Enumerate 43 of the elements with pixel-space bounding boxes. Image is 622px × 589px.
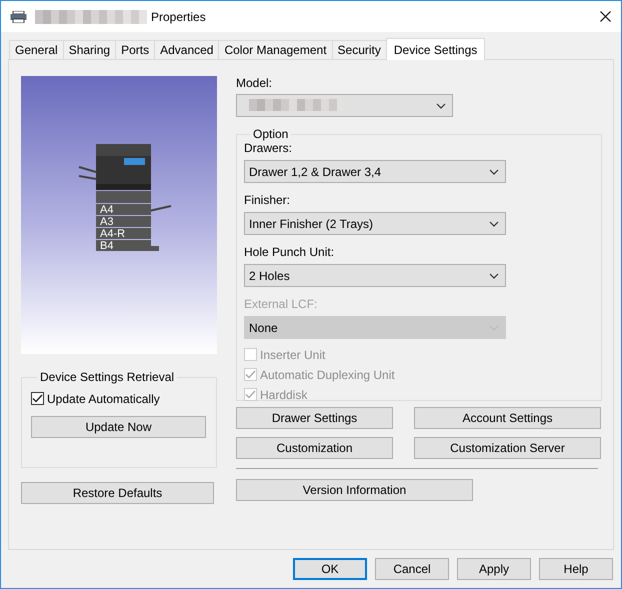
checkbox-label: Update Automatically	[47, 392, 160, 406]
dropdown[interactable]: Drawer 1,2 & Drawer 3,4	[244, 160, 506, 183]
tray-label: A4	[100, 204, 114, 216]
tray-label: A4-R	[100, 228, 126, 240]
action-button[interactable]: Account Settings	[414, 407, 601, 429]
action-button[interactable]: Drawer Settings	[236, 407, 393, 429]
group-title: Option	[252, 127, 290, 141]
chevron-down-icon	[489, 220, 499, 226]
action-button[interactable]: Customization Server	[414, 437, 601, 459]
tab[interactable]: Sharing	[62, 40, 116, 59]
printer-icon	[10, 10, 27, 22]
tab[interactable]: General	[9, 40, 64, 59]
field-label: Finisher:	[244, 193, 292, 209]
checkbox[interactable]	[31, 392, 44, 405]
tab[interactable]: Device Settings	[386, 38, 486, 60]
field-label: Model:	[236, 76, 274, 92]
chevron-down-icon	[489, 168, 499, 174]
tab[interactable]: Color Management	[218, 40, 333, 59]
checkbox-label: Harddisk	[260, 388, 308, 402]
version-information-button[interactable]: Version Information	[236, 479, 473, 501]
dropdown[interactable]: 2 Holes	[244, 264, 506, 287]
tray-label: B4	[100, 240, 114, 252]
update-now-button[interactable]: Update Now	[31, 416, 206, 438]
dialog-button[interactable]: Help	[539, 558, 613, 580]
dropdown[interactable]: Inner Finisher (2 Trays)	[244, 212, 506, 235]
chevron-down-icon	[489, 272, 499, 278]
checkbox-label: Automatic Duplexing Unit	[260, 368, 395, 382]
dialog-button[interactable]: Apply	[457, 558, 531, 580]
group-title: Device Settings Retrieval	[39, 370, 176, 384]
checkbox-label: Inserter Unit	[260, 348, 326, 362]
window-title: Properties	[151, 10, 206, 24]
dialog-button[interactable]: Cancel	[375, 558, 449, 580]
dialog-button[interactable]: OK	[293, 558, 367, 580]
action-button[interactable]: Customization	[236, 437, 393, 459]
chevron-down-icon	[436, 102, 446, 108]
field-label: Drawers:	[244, 141, 294, 157]
field-label: External LCF:	[244, 297, 318, 313]
tab[interactable]: Security	[332, 40, 387, 59]
tray-label: A3	[100, 216, 114, 228]
restore-defaults-button[interactable]: Restore Defaults	[21, 482, 214, 504]
close-icon[interactable]	[600, 11, 611, 22]
model-dropdown[interactable]	[236, 94, 453, 117]
field-label: Hole Punch Unit:	[244, 245, 336, 261]
